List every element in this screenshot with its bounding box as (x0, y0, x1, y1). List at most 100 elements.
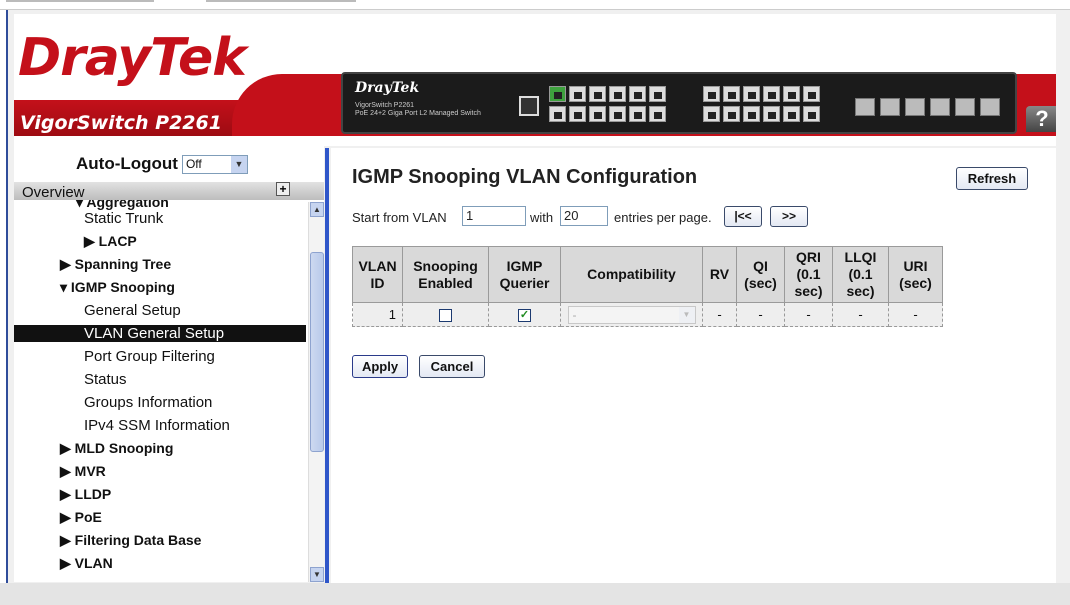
col-rv: RV (702, 246, 737, 303)
cell-vlan-id: 1 (352, 302, 403, 327)
expand-plus-icon[interactable]: + (276, 182, 290, 196)
nav-ipv4-ssm-information[interactable]: IPv4 SSM Information (84, 417, 230, 434)
apply-button[interactable]: Apply (352, 355, 408, 378)
nav-lacp[interactable]: ▶ LACP (84, 233, 137, 250)
first-page-button[interactable]: |<< (724, 206, 762, 227)
nav-spanning-tree[interactable]: ▶ Spanning Tree (60, 256, 171, 273)
port-icon (783, 86, 800, 102)
port-icon (703, 86, 720, 102)
sfp-port-icon (855, 98, 875, 116)
nav-poe[interactable]: ▶ PoE (60, 509, 102, 526)
col-compatibility: Compatibility (560, 246, 703, 303)
sfp-port-icon (905, 98, 925, 116)
col-vlan-id-label: VLAN ID (358, 257, 397, 291)
port-icon (629, 86, 646, 102)
window-bottom-area (0, 583, 1070, 605)
sidebar-scrollbar[interactable]: ▲ ▼ (308, 202, 324, 582)
port-icon (569, 86, 586, 102)
port-icon (649, 86, 666, 102)
col-uri-label: URI (sec) (899, 257, 932, 291)
igmp-querier-checkbox[interactable]: ✓ (518, 309, 531, 323)
port-icon (763, 106, 780, 122)
nav-igmp-snooping[interactable]: ▾ IGMP Snooping (60, 279, 175, 296)
window-left-edge (0, 10, 8, 595)
auto-logout-select[interactable]: Off ▼ (181, 154, 248, 174)
compatibility-select[interactable]: - ▼ (567, 305, 696, 324)
device-image: DrayTek VigorSwitch P2261 PoE 24+2 Giga P… (341, 72, 1017, 134)
port-icon (763, 86, 780, 102)
cell-qi: - (736, 302, 785, 327)
nav-tree: ▾ Aggregation Static Trunk ▶ LACP ▶ Span… (14, 200, 308, 582)
port-icon (629, 106, 646, 122)
sfp-port-icon (980, 98, 1000, 116)
sfp-port-icon (880, 98, 900, 116)
pane-divider[interactable] (325, 148, 329, 584)
page-title: IGMP Snooping VLAN Configuration (352, 166, 698, 188)
cell-rv: - (702, 302, 737, 327)
nav-lldp[interactable]: ▶ LLDP (60, 486, 111, 503)
main-content: IGMP Snooping VLAN Configuration Refresh… (331, 148, 1056, 584)
cell-igmp-querier: ✓ (488, 302, 561, 327)
nav-status[interactable]: Status (84, 371, 127, 388)
model-name: VigorSwitch P2261 (20, 112, 222, 134)
port-icon (743, 86, 760, 102)
sfp-ports (855, 98, 1000, 116)
next-page-button[interactable]: >> (770, 206, 808, 227)
nav-static-trunk[interactable]: Static Trunk (84, 210, 163, 227)
cell-uri: - (888, 302, 943, 327)
window-top-bar (0, 0, 1070, 10)
auto-logout-label: Auto-Logout (76, 154, 178, 173)
device-brand: DrayTek (355, 80, 420, 96)
console-port-icon (519, 96, 539, 116)
sfp-port-icon (955, 98, 975, 116)
col-igmp-querier-label: IGMP Querier (499, 257, 550, 291)
nav-port-group-filtering[interactable]: Port Group Filtering (84, 348, 215, 365)
scroll-up-icon[interactable]: ▲ (310, 202, 324, 217)
auto-logout: Auto-Logout Off ▼ (76, 154, 248, 174)
port-icon (703, 106, 720, 122)
port-group-1 (549, 86, 666, 102)
port-icon (589, 86, 606, 102)
cancel-button[interactable]: Cancel (419, 355, 485, 378)
entries-input[interactable]: 20 (560, 206, 608, 226)
help-button[interactable]: ? (1026, 106, 1056, 132)
entries-per-page-label: entries per page. (614, 210, 712, 225)
nav-vlan[interactable]: ▶ VLAN (60, 555, 113, 572)
cell-compatibility: - ▼ (560, 302, 703, 327)
start-vlan-input[interactable]: 1 (462, 206, 526, 226)
device-subtitle: VigorSwitch P2261 PoE 24+2 Giga Port L2 M… (355, 102, 481, 117)
port-icon (649, 106, 666, 122)
overview-label: Overview (22, 184, 85, 201)
nav-groups-information[interactable]: Groups Information (84, 394, 212, 411)
chevron-down-icon: ▼ (678, 306, 695, 323)
overview-bar[interactable]: Overview + (14, 182, 324, 201)
vlan-config-table: VLAN ID Snooping Enabled IGMP Querier Co… (352, 246, 943, 327)
port-icon (803, 106, 820, 122)
nav-vlan-general-setup[interactable]: VLAN General Setup (14, 325, 306, 342)
col-llqi: LLQI (0.1 sec) (832, 246, 889, 303)
nav-mvr[interactable]: ▶ MVR (60, 463, 106, 480)
port-icon (589, 106, 606, 122)
col-uri: URI (sec) (888, 246, 943, 303)
nav-filtering-data-base[interactable]: ▶ Filtering Data Base (60, 532, 201, 549)
scroll-down-icon[interactable]: ▼ (310, 567, 324, 582)
port-icon (783, 106, 800, 122)
scroll-thumb[interactable] (310, 252, 324, 452)
col-rv-label: RV (709, 266, 730, 282)
port-icon (723, 86, 740, 102)
port-icon (569, 106, 586, 122)
refresh-button[interactable]: Refresh (956, 167, 1028, 190)
nav-general-setup[interactable]: General Setup (84, 302, 181, 319)
sfp-port-icon (930, 98, 950, 116)
nav-mld-snooping[interactable]: ▶ MLD Snooping (60, 440, 173, 457)
cell-qri: - (784, 302, 833, 327)
col-qri: QRI (0.1 sec) (784, 246, 833, 303)
col-compatibility-label: Compatibility (587, 266, 676, 282)
col-llqi-label: LLQI (0.1 sec) (844, 249, 877, 299)
col-qi-label: QI (sec) (744, 257, 777, 291)
snooping-enabled-checkbox[interactable] (439, 309, 452, 323)
start-from-label: Start from VLAN (352, 210, 447, 225)
table-header-row: VLAN ID Snooping Enabled IGMP Querier Co… (352, 246, 943, 303)
port-icon (803, 86, 820, 102)
table-row: 1 ✓ - ▼ - - - - - (352, 302, 943, 327)
